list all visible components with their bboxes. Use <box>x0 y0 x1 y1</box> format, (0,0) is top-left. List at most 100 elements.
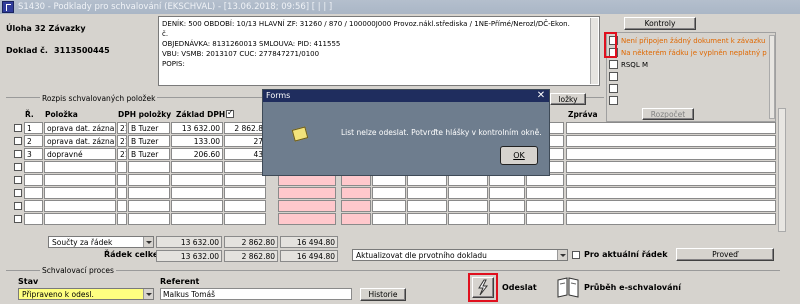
row-checkbox[interactable] <box>14 124 22 132</box>
kontroly-item[interactable] <box>609 71 767 83</box>
cell-d[interactable] <box>489 187 525 199</box>
cell-celkem[interactable] <box>278 200 336 212</box>
cell-dph-amount[interactable]: 27 <box>224 135 266 147</box>
historie-button[interactable]: Historie <box>360 288 406 301</box>
kontroly-item-checkbox[interactable] <box>609 84 618 93</box>
cell-zprava[interactable] <box>566 122 776 134</box>
cell-dph[interactable]: 21 <box>117 135 127 147</box>
ok-button[interactable]: OK <box>500 146 538 165</box>
cell-polozka[interactable]: oprava dat. záznam <box>44 122 116 134</box>
cell-celkem[interactable] <box>278 187 336 199</box>
cell-zprava[interactable] <box>566 213 776 225</box>
cell-dph-amount[interactable] <box>224 174 266 186</box>
cell-zaklad[interactable] <box>171 174 223 186</box>
soucty-combo[interactable]: Součty za řádek <box>48 236 154 248</box>
cell-zaklad[interactable]: 13 632.00 <box>171 122 223 134</box>
cell-zaklad[interactable] <box>171 200 223 212</box>
rozpocet-button[interactable]: Rozpočet <box>642 108 694 120</box>
cell-polozka[interactable] <box>44 174 116 186</box>
document-info-panel[interactable]: DENÍK: 500 OBDOBÍ: 10/13 HLAVNÍ ZF: 3126… <box>158 16 600 86</box>
cell-d[interactable] <box>489 213 525 225</box>
cell-dph-code[interactable]: B Tuzer <box>128 135 170 147</box>
cell-c[interactable] <box>448 213 488 225</box>
row-checkbox[interactable] <box>14 137 22 145</box>
cell-dph[interactable] <box>117 174 127 186</box>
cell-dph-code[interactable]: B Tuzer <box>128 122 170 134</box>
cell-b[interactable] <box>407 200 447 212</box>
cell-zaklad[interactable]: 206.60 <box>171 148 223 160</box>
cell-a[interactable] <box>372 200 406 212</box>
kontroly-item[interactable]: Není připojen žádný dokument k závazku a… <box>609 35 767 47</box>
cell-dph-amount[interactable] <box>224 200 266 212</box>
cell-zaklad[interactable] <box>171 161 223 173</box>
cell-polozka[interactable]: oprava dat. záznam <box>44 135 116 147</box>
cell-dph[interactable] <box>117 213 127 225</box>
cell-c[interactable] <box>448 187 488 199</box>
kontroly-item[interactable] <box>609 95 767 107</box>
cell-c[interactable] <box>448 200 488 212</box>
cell-zaklad[interactable] <box>171 187 223 199</box>
cell-flag[interactable] <box>341 200 371 212</box>
cell-zprava[interactable] <box>566 148 776 160</box>
referent-field[interactable]: Malkus Tomáš <box>160 288 352 300</box>
cell-dph[interactable] <box>117 200 127 212</box>
kontroly-item-checkbox[interactable] <box>609 60 618 69</box>
pro-aktualni-checkbox[interactable] <box>572 251 580 259</box>
cell-e[interactable] <box>526 187 564 199</box>
cell-zaklad[interactable]: 133.00 <box>171 135 223 147</box>
header-checkbox[interactable]: ✓ <box>226 108 234 118</box>
row-checkbox[interactable] <box>14 189 22 197</box>
cell-zaklad[interactable] <box>171 213 223 225</box>
row-checkbox[interactable] <box>14 163 22 171</box>
cell-d[interactable] <box>489 200 525 212</box>
cell-polozka[interactable] <box>44 187 116 199</box>
odeslat-button[interactable] <box>472 277 494 298</box>
cell-e[interactable] <box>526 213 564 225</box>
cell-a[interactable] <box>372 187 406 199</box>
close-icon[interactable]: ✕ <box>536 91 546 101</box>
cell-celkem[interactable] <box>278 213 336 225</box>
cell-dph-code[interactable] <box>128 161 170 173</box>
cell-zprava[interactable] <box>566 174 776 186</box>
cell-dph-code[interactable] <box>128 187 170 199</box>
cell-dph-amount[interactable] <box>224 161 266 173</box>
cell-dph[interactable]: 21 <box>117 122 127 134</box>
cell-e[interactable] <box>526 200 564 212</box>
cell-dph-amount[interactable]: 43 <box>224 148 266 160</box>
kontroly-item-checkbox[interactable] <box>609 72 618 81</box>
cell-dph-amount[interactable] <box>224 187 266 199</box>
cell-polozka[interactable] <box>44 213 116 225</box>
cell-polozka[interactable] <box>44 200 116 212</box>
kontroly-item[interactable]: RSQL M <box>609 59 767 71</box>
cell-b[interactable] <box>407 187 447 199</box>
cell-zprava[interactable] <box>566 161 776 173</box>
grid-scrollbar[interactable] <box>778 108 786 232</box>
cell-polozka[interactable]: dopravné <box>44 148 116 160</box>
info-scrollbar[interactable] <box>590 18 598 84</box>
cell-dph-amount[interactable]: 2 862.8 <box>224 122 266 134</box>
kontroly-item[interactable] <box>609 83 767 95</box>
cell-b[interactable] <box>407 213 447 225</box>
cell-dph[interactable]: 21 <box>117 148 127 160</box>
row-checkbox[interactable] <box>14 176 22 184</box>
row-checkbox[interactable] <box>14 215 22 223</box>
kontroly-item[interactable]: Na některém řádku je vyplněn neplatný př… <box>609 47 767 59</box>
cell-dph-code[interactable]: B Tuzer <box>128 148 170 160</box>
cell-dph-code[interactable] <box>128 174 170 186</box>
cell-zprava[interactable] <box>566 200 776 212</box>
aktualizovat-combo[interactable]: Aktualizovat dle prvotního dokladu <box>352 249 568 261</box>
cell-zprava[interactable] <box>566 135 776 147</box>
cell-dph-amount[interactable] <box>224 213 266 225</box>
cell-flag[interactable] <box>341 187 371 199</box>
kontroly-button[interactable]: Kontroly <box>624 17 696 30</box>
polozky-button[interactable]: ložky <box>550 93 586 105</box>
row-checkbox[interactable] <box>14 150 22 158</box>
cell-polozka[interactable] <box>44 161 116 173</box>
kontroly-item-checkbox[interactable] <box>609 96 618 105</box>
cell-a[interactable] <box>372 213 406 225</box>
cell-dph[interactable] <box>117 161 127 173</box>
cell-dph[interactable] <box>117 187 127 199</box>
kontroly-scrollbar[interactable] <box>769 35 775 119</box>
cell-zprava[interactable] <box>566 187 776 199</box>
cell-dph-code[interactable] <box>128 200 170 212</box>
